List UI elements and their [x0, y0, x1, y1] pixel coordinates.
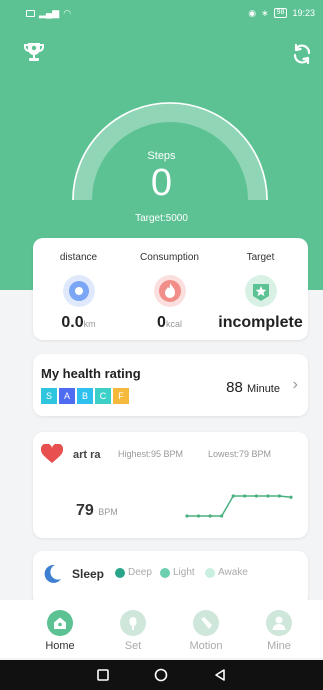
- consumption-title: Consumption: [140, 252, 199, 263]
- heart-rate-lowest: Lowest:79 BPM: [208, 449, 272, 459]
- legend-deep: Deep: [115, 567, 152, 578]
- signal-icon: ▂▄▆: [39, 7, 60, 18]
- eye-icon: ◉: [248, 7, 257, 18]
- trophy-icon[interactable]: [22, 40, 46, 64]
- battery-icon: 98: [273, 8, 288, 18]
- tab-home-label: Home: [45, 640, 75, 652]
- rating-value: 88: [226, 379, 243, 396]
- legend-light: Light: [160, 567, 195, 578]
- heart-rate-point: [254, 494, 258, 498]
- tab-mine-label: Mine: [267, 640, 291, 652]
- heart-rate-point: [185, 514, 189, 518]
- status-icons-right: ◉ ∗ 98 19:23: [248, 8, 315, 19]
- health-rating-title: My health rating: [41, 366, 141, 381]
- legend-deep-dot: [115, 567, 125, 578]
- steps-target: Target:5000: [135, 213, 188, 224]
- grade-s: S: [41, 388, 57, 404]
- moon-icon: [44, 564, 61, 583]
- consumption-value: 0: [157, 314, 166, 331]
- heart-rate-point: [277, 494, 282, 498]
- heart-rate-point: [243, 494, 247, 498]
- tab-set-label: Set: [124, 640, 142, 652]
- heart-rate-point: [208, 514, 212, 518]
- legend-awake-label: Awake: [218, 567, 248, 578]
- flame-icon: [153, 275, 186, 307]
- home-icon: [47, 610, 73, 636]
- grade-scale: S A B C F: [41, 388, 131, 404]
- consumption-value-line: 0kcal: [124, 314, 215, 332]
- settings-icon: [120, 610, 146, 636]
- bottom-tab-bar: Home Set Motion Mine: [0, 600, 323, 658]
- sim-icon: [26, 9, 35, 17]
- heart-rate-point: [289, 495, 293, 499]
- profile-icon: [266, 610, 292, 636]
- health-rating-card[interactable]: My health rating S A B C F 88 Minute ›: [33, 354, 308, 416]
- legend-light-label: Light: [173, 567, 195, 578]
- distance-value: 0.0: [61, 314, 84, 331]
- heart-rate-sparkline: [185, 494, 293, 518]
- heart-rate-point: [220, 514, 224, 518]
- home-button-icon[interactable]: [153, 667, 169, 683]
- heart-rate-point: [196, 514, 201, 518]
- distance-title: distance: [59, 252, 98, 263]
- star-icon: [244, 275, 277, 307]
- distance-value-line: 0.0km: [33, 314, 124, 332]
- legend-deep-label: Deep: [128, 567, 152, 578]
- consumption-unit: kcal: [165, 319, 182, 329]
- rating-value-line: 88 Minute: [226, 379, 280, 396]
- status-icons-left: ▂▄▆ ◠: [26, 8, 71, 19]
- tab-mine[interactable]: Mine: [239, 600, 319, 658]
- bluetooth-icon: ∗: [261, 7, 269, 18]
- legend-light-dot: [160, 567, 170, 578]
- tab-set[interactable]: Set: [93, 600, 173, 658]
- sleep-title: Sleep: [72, 567, 105, 581]
- heart-rate-unit: BPM: [98, 507, 118, 517]
- sleep-card[interactable]: Sleep Deep Light Awake: [33, 551, 308, 606]
- steps-label: Steps: [147, 150, 176, 162]
- grade-b: B: [77, 388, 93, 404]
- grade-c: C: [95, 388, 111, 404]
- heart-rate-card[interactable]: art ra Highest:95 BPM Lowest:79 BPM 79 B…: [33, 432, 308, 538]
- tab-motion[interactable]: Motion: [166, 600, 246, 658]
- back-icon[interactable]: [212, 667, 228, 683]
- steps-value: 0: [150, 162, 173, 204]
- heart-rate-title: art ra: [73, 449, 101, 461]
- heart-icon: [41, 444, 63, 463]
- clock-time: 19:23: [292, 8, 315, 18]
- system-navigation-bar: [0, 660, 323, 690]
- heart-rate-value: 79: [76, 502, 94, 519]
- distance-unit: km: [83, 319, 96, 329]
- refresh-icon[interactable]: [290, 42, 314, 66]
- consumption-stat[interactable]: Consumption 0kcal: [124, 238, 215, 340]
- recent-apps-icon[interactable]: [95, 667, 111, 683]
- grade-f: F: [113, 388, 129, 404]
- stats-card: distance 0.0km Consumption 0kcal Target …: [33, 238, 308, 340]
- legend-awake-dot: [205, 567, 215, 578]
- chevron-right-icon[interactable]: ›: [293, 376, 298, 394]
- distance-stat[interactable]: distance 0.0km: [33, 238, 124, 340]
- heart-rate-point: [231, 494, 235, 498]
- motion-icon: [193, 610, 219, 636]
- heart-rate-value-line: 79 BPM: [76, 502, 118, 520]
- heart-rate-highest: Highest:95 BPM: [118, 449, 184, 459]
- grade-a: A: [59, 388, 75, 404]
- heart-rate-line: [187, 495, 292, 517]
- location-icon: [62, 275, 95, 307]
- heart-rate-point: [266, 494, 270, 498]
- target-title: Target: [246, 252, 275, 263]
- tab-home[interactable]: Home: [20, 600, 100, 658]
- wifi-icon: ◠: [63, 7, 72, 18]
- tab-motion-label: Motion: [189, 640, 223, 652]
- target-stat[interactable]: Target incomplete: [215, 238, 306, 340]
- legend-awake: Awake: [205, 567, 248, 578]
- rating-unit: Minute: [246, 383, 280, 395]
- status-bar: ▂▄▆ ◠ ◉ ∗ 98 19:23: [0, 0, 323, 26]
- target-value: incomplete: [218, 314, 303, 331]
